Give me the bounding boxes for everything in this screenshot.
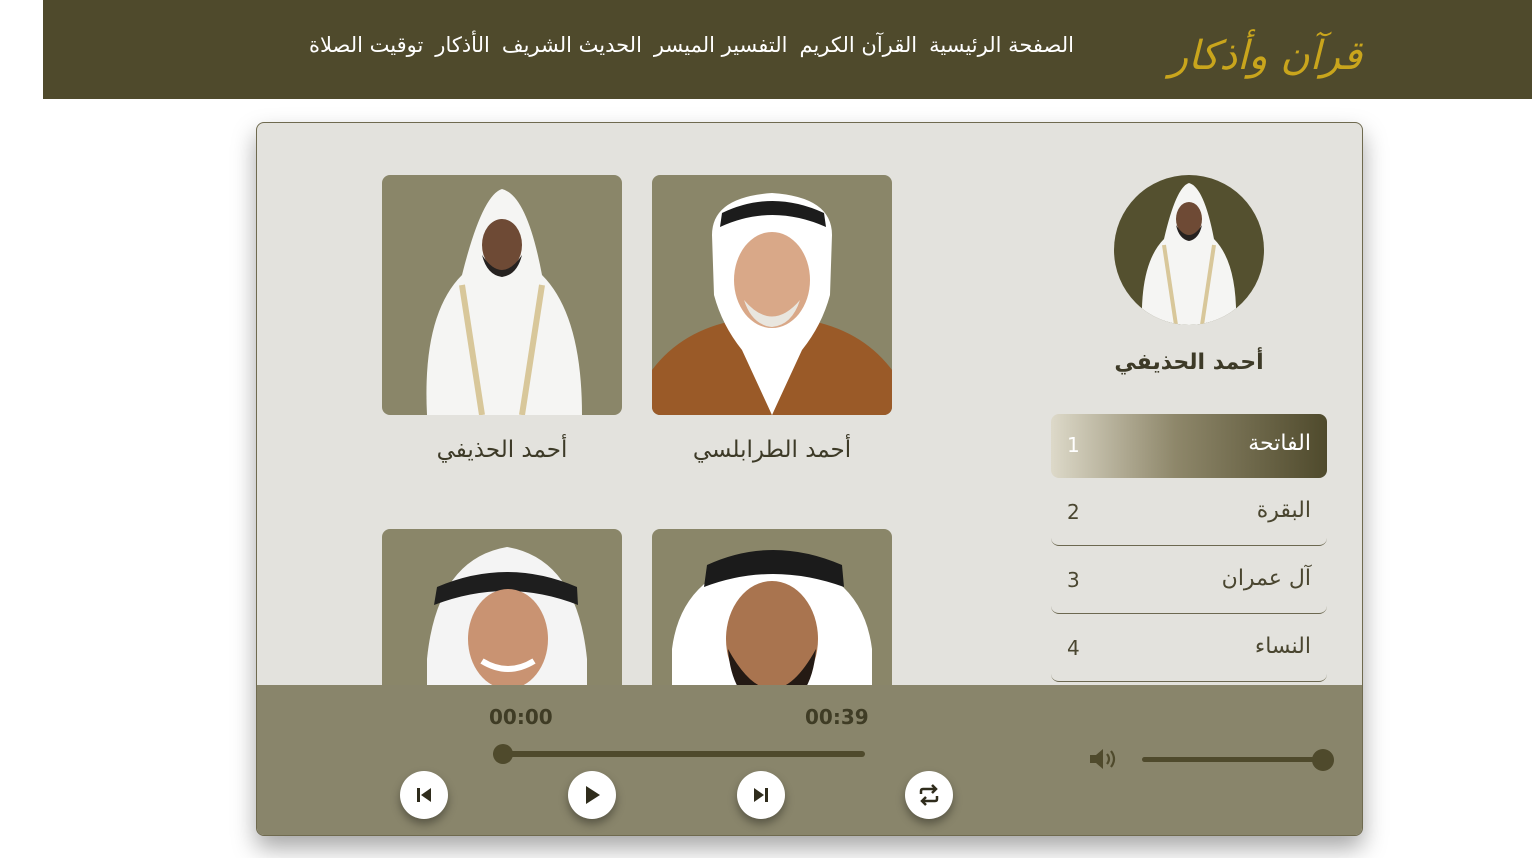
nav-hadith[interactable]: الحديث الشريف [502,33,643,57]
surah-name: آل عمران [1221,566,1311,591]
surah-number: 2 [1067,500,1080,524]
reciter-name: أحمد الطرابلسي [692,437,852,463]
surah-name: الفاتحة [1248,431,1311,456]
audio-player: 00:00 00:39 [257,685,1362,835]
current-reciter-name: أحمد الحذيفي [1114,350,1264,375]
volume-slider[interactable] [1142,749,1334,771]
surah-item[interactable]: البقرة 2 [1051,481,1327,546]
surah-number: 1 [1067,433,1080,457]
nav-adhkar[interactable]: الأذكار [435,33,490,57]
header: قرآن وأذكار الصفحة الرئيسية القرآن الكري… [43,0,1532,99]
surah-item[interactable]: النساء 4 [1051,617,1327,682]
reciter-photo [382,175,622,415]
surah-number: 3 [1067,568,1080,592]
reciter-name: أحمد الحذيفي [436,437,568,463]
surah-item-active[interactable]: الفاتحة 1 [1051,414,1327,478]
nav-quran[interactable]: القرآن الكريم [799,33,917,57]
play-button[interactable] [568,771,616,819]
repeat-button[interactable] [905,771,953,819]
previous-button[interactable] [400,771,448,819]
nav-tafsir[interactable]: التفسير الميسر [654,33,788,57]
current-reciter-avatar [1114,175,1264,325]
repeat-icon [919,784,939,806]
previous-icon [417,788,431,802]
progress-bar[interactable] [493,744,865,764]
volume-icon[interactable] [1087,745,1121,773]
surah-number: 4 [1067,636,1080,660]
logo[interactable]: قرآن وأذكار [1169,24,1362,88]
main-nav: الصفحة الرئيسية القرآن الكريم التفسير ال… [309,33,1075,57]
next-button[interactable] [737,771,785,819]
progress-handle[interactable] [493,744,513,764]
duration: 00:39 [805,705,869,729]
surah-name: البقرة [1256,498,1311,523]
nav-home[interactable]: الصفحة الرئيسية [929,33,1074,57]
next-icon [754,788,768,802]
play-icon [586,786,600,804]
surah-name: النساء [1254,634,1311,659]
reciter-card-hudhaifi[interactable]: أحمد الحذيفي [382,175,622,463]
surah-item[interactable]: آل عمران 3 [1051,549,1327,614]
player-card: أحمد الطرابلسي أحمد الحذيفي أحمد الحذيفي… [256,122,1363,836]
reciter-card-tarabulsi[interactable]: أحمد الطرابلسي [652,175,892,463]
current-time: 00:00 [489,705,553,729]
reciter-photo [652,175,892,415]
volume-handle[interactable] [1312,749,1334,771]
nav-prayer-times[interactable]: توقيت الصلاة [309,33,424,57]
surah-list: الفاتحة 1 البقرة 2 آل عمران 3 النساء 4 [1051,414,1327,685]
